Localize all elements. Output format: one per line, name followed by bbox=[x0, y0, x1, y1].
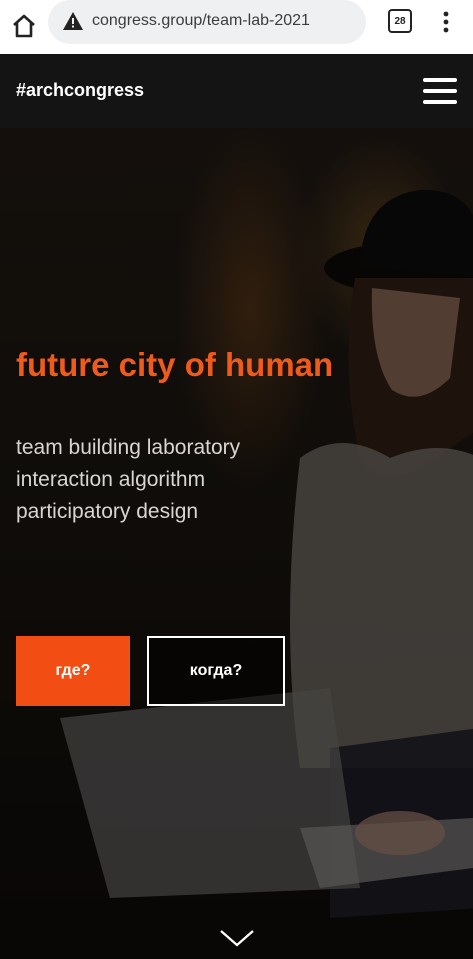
tab-count: 28 bbox=[394, 15, 406, 27]
browser-toolbar: congress.group/team-lab-2021 28 bbox=[0, 0, 473, 54]
site-header: #archcongress bbox=[0, 54, 473, 128]
tagline-line: team building laboratory bbox=[16, 436, 241, 459]
url-text[interactable]: congress.group/team-lab-2021 bbox=[92, 12, 310, 30]
tabs-icon[interactable]: 28 bbox=[388, 9, 412, 33]
brand-logo[interactable]: #archcongress bbox=[16, 80, 144, 101]
hero-section: future city of human team building labor… bbox=[0, 128, 473, 959]
hamburger-menu-icon[interactable] bbox=[423, 78, 457, 104]
tagline-line: participatory design bbox=[16, 500, 199, 523]
hero-background-image bbox=[0, 128, 473, 959]
hero-tagline: team building laboratory interaction alg… bbox=[16, 432, 240, 528]
where-button[interactable]: где? bbox=[16, 636, 130, 706]
warning-icon[interactable] bbox=[62, 11, 84, 31]
address-bar[interactable]: congress.group/team-lab-2021 bbox=[48, 0, 366, 44]
when-button[interactable]: когда? bbox=[147, 636, 285, 706]
home-icon[interactable] bbox=[8, 10, 40, 42]
tagline-line: interaction algorithm bbox=[16, 468, 206, 491]
hero-title: future city of human bbox=[16, 346, 334, 383]
chevron-down-icon[interactable] bbox=[219, 928, 255, 948]
more-vert-icon[interactable] bbox=[440, 10, 452, 34]
